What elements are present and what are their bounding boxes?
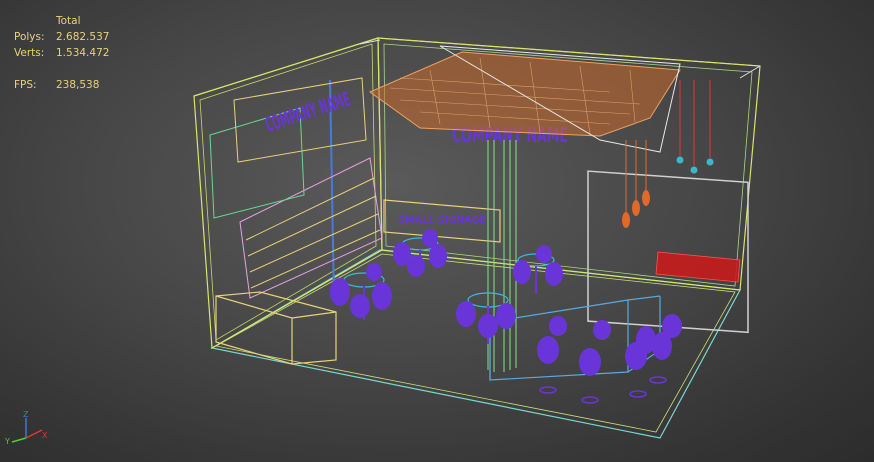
- small-signage-text: SMALL SIGNAGE: [398, 215, 486, 226]
- 3d-viewport[interactable]: COMPANY NAME COMPANY NAME SMALL SIGNAGE: [0, 0, 874, 462]
- gizmo-x-label: X: [42, 431, 48, 440]
- gizmo-z-label: Z: [23, 410, 29, 419]
- front-counter: [215, 291, 337, 365]
- gizmo-y-label: Y: [4, 437, 10, 446]
- central-column: [487, 140, 517, 372]
- small-signage-counter: SMALL SIGNAGE: [383, 199, 501, 243]
- cafe-furniture: [330, 229, 682, 404]
- company-sign-front: COMPANY NAME: [262, 87, 353, 137]
- company-sign-front-text: COMPANY NAME: [262, 87, 353, 137]
- axis-gizmo-icon: Z X Y: [4, 410, 48, 446]
- red-bench: [655, 251, 741, 283]
